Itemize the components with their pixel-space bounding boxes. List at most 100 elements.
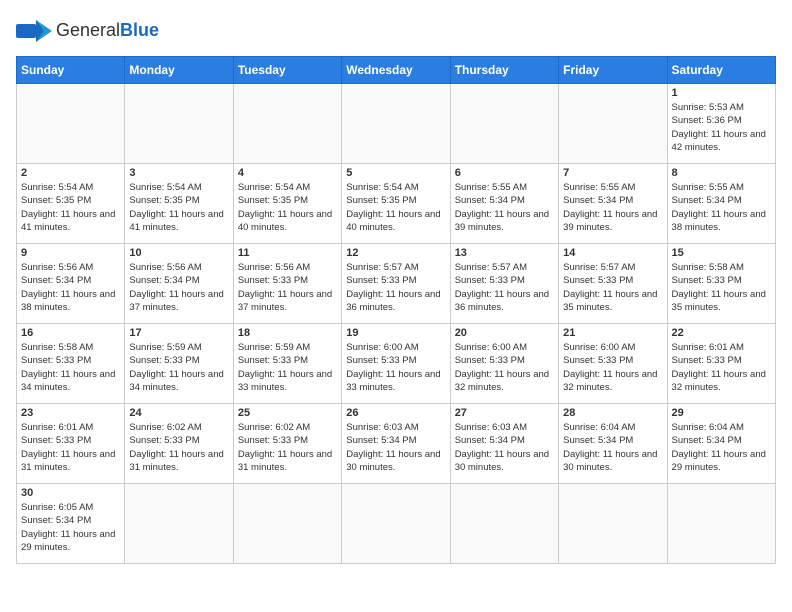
cell-text-line: Daylight: 11 hours and 30 minutes. <box>346 448 445 475</box>
calendar-cell: 1Sunrise: 5:53 AMSunset: 5:36 PMDaylight… <box>667 84 775 164</box>
cell-text-line: Daylight: 11 hours and 37 minutes. <box>238 288 337 315</box>
calendar-cell: 27Sunrise: 6:03 AMSunset: 5:34 PMDayligh… <box>450 404 558 484</box>
cell-text-line: Sunset: 5:34 PM <box>672 194 771 207</box>
cell-text-line: Sunset: 5:33 PM <box>21 434 120 447</box>
logo-icon <box>16 16 52 46</box>
cell-text-line: Sunset: 5:34 PM <box>563 194 662 207</box>
weekday-header-sunday: Sunday <box>17 57 125 84</box>
cell-text-line: Daylight: 11 hours and 32 minutes. <box>455 368 554 395</box>
calendar-cell: 11Sunrise: 5:56 AMSunset: 5:33 PMDayligh… <box>233 244 341 324</box>
calendar-cell: 28Sunrise: 6:04 AMSunset: 5:34 PMDayligh… <box>559 404 667 484</box>
cell-text-line: Daylight: 11 hours and 41 minutes. <box>129 208 228 235</box>
day-number: 16 <box>21 327 120 339</box>
cell-text-line: Daylight: 11 hours and 38 minutes. <box>672 208 771 235</box>
cell-text-line: Sunrise: 5:59 AM <box>238 341 337 354</box>
day-number: 11 <box>238 247 337 259</box>
calendar-cell <box>342 84 450 164</box>
cell-text-line: Sunrise: 6:00 AM <box>346 341 445 354</box>
cell-text-line: Sunrise: 5:56 AM <box>129 261 228 274</box>
cell-text-line: Sunrise: 5:54 AM <box>129 181 228 194</box>
cell-text-line: Sunrise: 6:05 AM <box>21 501 120 514</box>
weekday-header-friday: Friday <box>559 57 667 84</box>
calendar-cell: 26Sunrise: 6:03 AMSunset: 5:34 PMDayligh… <box>342 404 450 484</box>
calendar-cell: 9Sunrise: 5:56 AMSunset: 5:34 PMDaylight… <box>17 244 125 324</box>
cell-text-line: Sunrise: 6:04 AM <box>672 421 771 434</box>
day-number: 4 <box>238 167 337 179</box>
calendar-cell: 5Sunrise: 5:54 AMSunset: 5:35 PMDaylight… <box>342 164 450 244</box>
cell-text-line: Daylight: 11 hours and 36 minutes. <box>346 288 445 315</box>
day-number: 27 <box>455 407 554 419</box>
cell-text-line: Sunrise: 5:55 AM <box>672 181 771 194</box>
calendar-cell: 25Sunrise: 6:02 AMSunset: 5:33 PMDayligh… <box>233 404 341 484</box>
cell-text-line: Sunset: 5:34 PM <box>455 434 554 447</box>
cell-text-line: Sunset: 5:34 PM <box>346 434 445 447</box>
week-row-1: 2Sunrise: 5:54 AMSunset: 5:35 PMDaylight… <box>17 164 776 244</box>
cell-text-line: Sunrise: 6:02 AM <box>129 421 228 434</box>
cell-text-line: Daylight: 11 hours and 42 minutes. <box>672 128 771 155</box>
cell-text-line: Sunrise: 5:55 AM <box>455 181 554 194</box>
calendar-cell: 4Sunrise: 5:54 AMSunset: 5:35 PMDaylight… <box>233 164 341 244</box>
cell-text-line: Sunset: 5:33 PM <box>129 434 228 447</box>
cell-text-line: Sunrise: 5:56 AM <box>21 261 120 274</box>
day-number: 20 <box>455 327 554 339</box>
cell-text-line: Sunrise: 6:00 AM <box>563 341 662 354</box>
day-number: 19 <box>346 327 445 339</box>
day-number: 22 <box>672 327 771 339</box>
day-number: 24 <box>129 407 228 419</box>
day-number: 30 <box>21 487 120 499</box>
calendar-cell <box>125 84 233 164</box>
calendar-cell: 10 Sunrise: 5:56 AMSunset: 5:34 PMDayligh… <box>125 244 233 324</box>
calendar-cell: 23Sunrise: 6:01 AMSunset: 5:33 PMDayligh… <box>17 404 125 484</box>
cell-text-line: Sunrise: 5:54 AM <box>346 181 445 194</box>
week-row-3: 16Sunrise: 5:58 AMSunset: 5:33 PMDayligh… <box>17 324 776 404</box>
day-number: 10 <box>129 247 228 259</box>
cell-text-line: Sunrise: 5:59 AM <box>129 341 228 354</box>
cell-text-line: Sunrise: 5:57 AM <box>563 261 662 274</box>
cell-text-line: Daylight: 11 hours and 34 minutes. <box>129 368 228 395</box>
weekday-header-monday: Monday <box>125 57 233 84</box>
day-number: 8 <box>672 167 771 179</box>
calendar-cell: 18Sunrise: 5:59 AMSunset: 5:33 PMDayligh… <box>233 324 341 404</box>
cell-text-line: Sunset: 5:33 PM <box>238 434 337 447</box>
cell-text-line: Daylight: 11 hours and 34 minutes. <box>21 368 120 395</box>
calendar-cell: 15Sunrise: 5:58 AMSunset: 5:33 PMDayligh… <box>667 244 775 324</box>
day-number: 2 <box>21 167 120 179</box>
cell-text-line: Sunrise: 5:55 AM <box>563 181 662 194</box>
cell-text-line: Daylight: 11 hours and 37 minutes. <box>129 288 228 315</box>
day-number: 6 <box>455 167 554 179</box>
calendar-table: SundayMondayTuesdayWednesdayThursdayFrid… <box>16 56 776 564</box>
cell-text-line: Sunset: 5:33 PM <box>21 354 120 367</box>
day-number: 12 <box>346 247 445 259</box>
cell-text-line: Daylight: 11 hours and 41 minutes. <box>21 208 120 235</box>
calendar-cell: 20Sunrise: 6:00 AMSunset: 5:33 PMDayligh… <box>450 324 558 404</box>
day-number: 1 <box>672 87 771 99</box>
cell-text-line: Sunset: 5:33 PM <box>129 354 228 367</box>
day-number: 26 <box>346 407 445 419</box>
cell-text-line: Sunset: 5:35 PM <box>21 194 120 207</box>
calendar-cell: 8 Sunrise: 5:55 AMSunset: 5:34 PMDaylight… <box>667 164 775 244</box>
cell-text-line: Daylight: 11 hours and 31 minutes. <box>129 448 228 475</box>
calendar-cell: 21Sunrise: 6:00 AMSunset: 5:33 PMDayligh… <box>559 324 667 404</box>
logo-general: General <box>56 20 120 40</box>
cell-text-line: Sunrise: 6:00 AM <box>455 341 554 354</box>
cell-text-line: Daylight: 11 hours and 31 minutes. <box>21 448 120 475</box>
cell-text-line: Sunset: 5:34 PM <box>129 274 228 287</box>
cell-text-line: Sunset: 5:33 PM <box>238 354 337 367</box>
cell-text-line: Daylight: 11 hours and 40 minutes. <box>238 208 337 235</box>
calendar-cell: 7Sunrise: 5:55 AMSunset: 5:34 PMDaylight… <box>559 164 667 244</box>
calendar-cell <box>233 84 341 164</box>
calendar-cell <box>17 84 125 164</box>
cell-text-line: Daylight: 11 hours and 39 minutes. <box>563 208 662 235</box>
calendar-cell: 29Sunrise: 6:04 AMSunset: 5:34 PMDayligh… <box>667 404 775 484</box>
cell-text-line: Daylight: 11 hours and 29 minutes. <box>672 448 771 475</box>
cell-text-line: Daylight: 11 hours and 31 minutes. <box>238 448 337 475</box>
calendar-body: 1Sunrise: 5:53 AMSunset: 5:36 PMDaylight… <box>17 84 776 564</box>
cell-text-line: Sunrise: 5:58 AM <box>672 261 771 274</box>
weekday-header-thursday: Thursday <box>450 57 558 84</box>
cell-text-line: Sunrise: 5:57 AM <box>346 261 445 274</box>
cell-text-line: Daylight: 11 hours and 29 minutes. <box>21 528 120 555</box>
logo: GeneralBlue <box>16 16 159 46</box>
logo-blue-label: Blue <box>120 20 159 40</box>
calendar-cell: 22Sunrise: 6:01 AMSunset: 5:33 PMDayligh… <box>667 324 775 404</box>
cell-text-line: Daylight: 11 hours and 32 minutes. <box>563 368 662 395</box>
